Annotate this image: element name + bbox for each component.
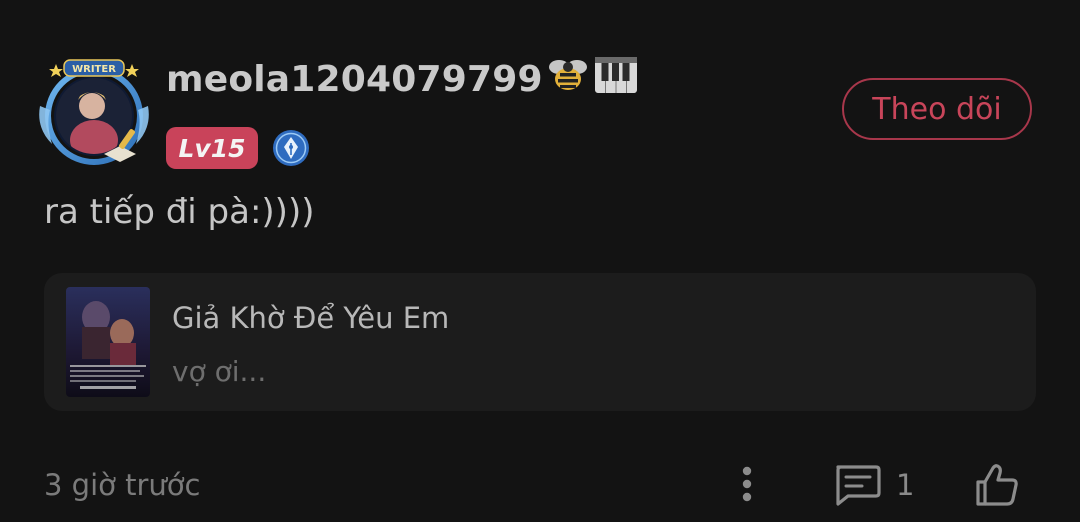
bee-icon xyxy=(545,55,591,104)
avatar[interactable]: WRITER xyxy=(34,58,154,168)
thumbs-up-icon xyxy=(976,464,1018,506)
comment-icon xyxy=(836,465,881,506)
comment-text: ra tiếp đi pà:)))) xyxy=(44,192,315,232)
timestamp: 3 giờ trước xyxy=(44,468,201,502)
story-cover-image xyxy=(66,287,150,397)
username-text: meola1204079799 xyxy=(166,58,543,100)
story-snippet: vợ ơi... xyxy=(172,355,267,388)
more-options-button[interactable] xyxy=(730,462,764,506)
reply-button[interactable]: 1 xyxy=(832,460,922,510)
reply-count: 1 xyxy=(896,468,915,502)
story-card[interactable]: Giả Khờ Để Yêu Em vợ ơi... xyxy=(44,273,1036,411)
username[interactable]: meola1204079799 xyxy=(166,56,639,102)
more-vertical-icon xyxy=(742,466,752,502)
story-title: Giả Khờ Để Yêu Em xyxy=(172,301,450,335)
like-button[interactable] xyxy=(972,460,1022,510)
follow-button[interactable]: Theo dõi xyxy=(842,78,1032,140)
avatar-frame-label: WRITER xyxy=(72,64,116,75)
avatar-frame: WRITER xyxy=(39,59,149,165)
pen-nib-icon xyxy=(272,129,310,167)
comment-card: WRITER meola1204079799 Lv15 Theo dõi ra … xyxy=(0,0,1080,522)
piano-icon xyxy=(593,55,639,104)
level-badge: Lv15 xyxy=(166,127,258,169)
